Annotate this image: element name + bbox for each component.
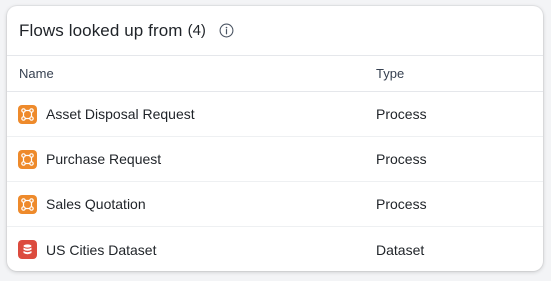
- flow-type: Dataset: [376, 241, 425, 258]
- dataset-icon: [18, 240, 37, 259]
- flow-name[interactable]: Sales Quotation: [46, 196, 146, 212]
- flow-type: Process: [376, 196, 427, 212]
- process-icon: [18, 194, 37, 214]
- flow-name[interactable]: Purchase Request: [46, 151, 161, 167]
- column-header-type[interactable]: Type: [376, 66, 404, 81]
- table-row[interactable]: US Cities Dataset Dataset: [7, 227, 543, 271]
- table-row[interactable]: Purchase Request Process: [7, 137, 543, 182]
- table-row[interactable]: Asset Disposal Request Process: [7, 92, 543, 137]
- lookup-card: Flows looked up from (4) Name Type Asset…: [7, 6, 543, 271]
- table-row[interactable]: Sales Quotation Process: [7, 182, 543, 227]
- table-header: Name Type: [7, 56, 543, 92]
- card-title: Flows looked up from: [19, 20, 183, 40]
- card-header: Flows looked up from (4): [7, 6, 543, 56]
- process-icon: [18, 104, 37, 124]
- flow-name[interactable]: US Cities Dataset: [46, 242, 156, 258]
- flow-name[interactable]: Asset Disposal Request: [46, 106, 195, 122]
- process-icon: [18, 149, 37, 169]
- flow-type: Process: [376, 106, 427, 122]
- info-icon[interactable]: [219, 23, 234, 38]
- table-body: Asset Disposal Request Process Purchase …: [7, 92, 543, 271]
- flow-type: Process: [376, 151, 427, 167]
- column-header-name[interactable]: Name: [19, 66, 54, 81]
- flow-count: (4): [187, 22, 206, 39]
